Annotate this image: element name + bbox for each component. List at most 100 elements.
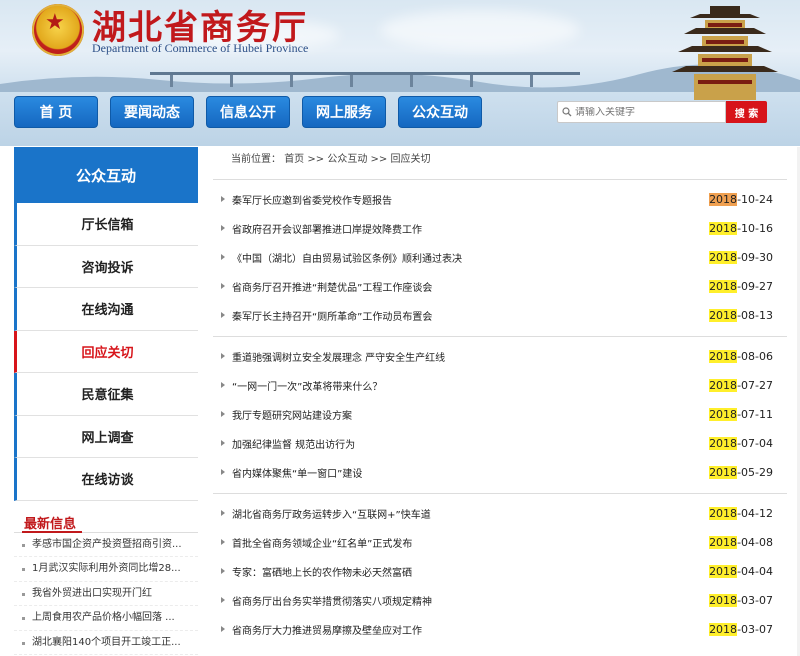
article-date: 2018-09-30	[709, 251, 773, 264]
yellow-crane-tower-illustration	[672, 6, 778, 100]
article-date: 2018-10-16	[709, 222, 773, 235]
latest-item[interactable]: 孝感市国企资产投资暨招商引资...	[14, 533, 198, 557]
site-header: ★ 湖北省商务厅 Department of Commerce of Hubei…	[0, 0, 800, 146]
article-title[interactable]: 省商务厅出台务实举措贯彻落实八项规定精神	[232, 593, 432, 608]
latest-item[interactable]: 1月武汉实际利用外资同比增28...	[14, 557, 198, 582]
article-date: 2018-03-07	[709, 623, 773, 636]
article-row[interactable]: 重道驰强调树立安全发展理念 严守安全生产红线 2018-08-06	[213, 342, 787, 371]
article-date-year: 2018	[709, 408, 738, 421]
article-row[interactable]: 省商务厅召开推进“荆楚优品”工程工作座谈会 2018-09-27	[213, 272, 787, 301]
article-row[interactable]: 加强纪律监督 规范出访行为 2018-07-04	[213, 429, 787, 458]
nav-online-service[interactable]: 网上服务	[302, 96, 386, 128]
article-row[interactable]: 秦军厅长应邀到省委党校作专题报告 2018-10-24	[213, 185, 787, 214]
article-row[interactable]: 省商务厅出台务实举措贯彻落实八项规定精神 2018-03-07	[213, 586, 787, 615]
latest-info-list: 孝感市国企资产投资暨招商引资... 1月武汉实际利用外资同比增28... 我省外…	[14, 533, 198, 655]
nav-home[interactable]: 首 页	[14, 96, 98, 128]
article-date-monthday: -05-29	[737, 466, 773, 479]
search-button[interactable]: 搜 索	[726, 101, 767, 123]
sidebar-heading: 公众互动	[14, 147, 198, 203]
article-title[interactable]: 专家：富硒地上长的农作物未必天然富硒	[232, 564, 412, 579]
article-title[interactable]: 秦军厅长应邀到省委党校作专题报告	[232, 192, 392, 207]
emblem-icon: ★	[32, 4, 84, 56]
sidebar-item-online-communication[interactable]: 在线沟通	[14, 288, 198, 331]
bullet-arrow-icon	[221, 469, 225, 475]
sidebar-item-online-survey[interactable]: 网上调查	[14, 415, 198, 458]
article-date: 2018-07-11	[709, 408, 773, 421]
search-field[interactable]	[557, 101, 726, 123]
bullet-arrow-icon	[221, 353, 225, 359]
article-title[interactable]: “一网一门一次”改革将带来什么？	[232, 378, 382, 393]
article-date: 2018-04-08	[709, 536, 773, 549]
bullet-arrow-icon	[221, 382, 225, 388]
breadcrumb: 当前位置： 首页 >> 公众互动 >> 回应关切	[213, 147, 787, 173]
sidebar-item-consult-complaint[interactable]: 咨询投诉	[14, 245, 198, 288]
article-row[interactable]: 省商务厅大力推进贸易摩擦及壁垒应对工作 2018-03-07	[213, 615, 787, 644]
breadcrumb-section[interactable]: 公众互动	[327, 154, 367, 165]
article-title[interactable]: 我厅专题研究网站建设方案	[232, 407, 352, 422]
article-date-monthday: -07-11	[737, 408, 773, 421]
latest-item[interactable]: 上周食用农产品价格小幅回落 ...	[14, 606, 198, 631]
nav-news[interactable]: 要闻动态	[110, 96, 194, 128]
article-date-year: 2018	[709, 280, 738, 293]
article-title[interactable]: 秦军厅长主持召开“厕所革命”工作动员布置会	[232, 308, 432, 323]
article-row[interactable]: 《中国（湖北）自由贸易试验区条例》顺利通过表决 2018-09-30	[213, 243, 787, 272]
article-title[interactable]: 《中国（湖北）自由贸易试验区条例》顺利通过表决	[232, 250, 462, 265]
article-title[interactable]: 省商务厅大力推进贸易摩擦及壁垒应对工作	[232, 622, 422, 637]
latest-info-heading: 最新信息	[14, 511, 198, 533]
article-row[interactable]: 秦军厅长主持召开“厕所革命”工作动员布置会 2018-08-13	[213, 301, 787, 330]
sidebar-item-director-mailbox[interactable]: 厅长信箱	[14, 203, 198, 246]
article-group: 秦军厅长应邀到省委党校作专题报告 2018-10-24 省政府召开会议部署推进口岸提…	[213, 179, 787, 330]
nav-public-interaction[interactable]: 公众互动	[398, 96, 482, 128]
article-date-year: 2018	[709, 594, 738, 607]
bullet-arrow-icon	[221, 440, 225, 446]
article-date-monthday: -07-27	[737, 379, 773, 392]
article-title[interactable]: 省内媒体聚焦“单一窗口”建设	[232, 465, 362, 480]
article-date: 2018-05-29	[709, 466, 773, 479]
article-date: 2018-08-13	[709, 309, 773, 322]
article-date-monthday: -03-07	[737, 623, 773, 636]
article-row[interactable]: 专家：富硒地上长的农作物未必天然富硒 2018-04-04	[213, 557, 787, 586]
article-date-year: 2018	[709, 565, 738, 578]
sidebar-item-online-interview[interactable]: 在线访谈	[14, 458, 198, 501]
article-row[interactable]: 湖北省商务厅政务运转步入“互联网+”快车道 2018-04-12	[213, 499, 787, 528]
bullet-arrow-icon	[221, 568, 225, 574]
article-date-year: 2018	[709, 379, 738, 392]
article-date-monthday: -07-04	[737, 437, 773, 450]
article-title[interactable]: 加强纪律监督 规范出访行为	[232, 436, 355, 451]
article-date-year: 2018	[709, 309, 738, 322]
bullet-arrow-icon	[221, 254, 225, 260]
bullet-arrow-icon	[221, 510, 225, 516]
article-date-monthday: -03-07	[737, 594, 773, 607]
search-input[interactable]	[575, 106, 725, 118]
main-nav: 首 页 要闻动态 信息公开 网上服务 公众互动	[14, 96, 494, 130]
article-row[interactable]: 省政府召开会议部署推进口岸提效降费工作 2018-10-16	[213, 214, 787, 243]
article-title[interactable]: 省商务厅召开推进“荆楚优品”工程工作座谈会	[232, 279, 432, 294]
breadcrumb-home[interactable]: 首页	[284, 154, 304, 165]
article-title[interactable]: 湖北省商务厅政务运转步入“互联网+”快车道	[232, 506, 431, 521]
bullet-arrow-icon	[221, 225, 225, 231]
article-date-year: 2018	[709, 536, 738, 549]
article-date-monthday: -09-27	[737, 280, 773, 293]
latest-item[interactable]: 湖北襄阳140个项目开工竣工正...	[14, 631, 198, 655]
sidebar-item-response-concerns[interactable]: 回应关切	[14, 330, 198, 373]
bullet-arrow-icon	[221, 312, 225, 318]
article-title[interactable]: 首批全省商务领域企业“红名单”正式发布	[232, 535, 412, 550]
article-row[interactable]: 首批全省商务领域企业“红名单”正式发布 2018-04-08	[213, 528, 787, 557]
article-date: 2018-03-07	[709, 594, 773, 607]
article-row[interactable]: “一网一门一次”改革将带来什么？ 2018-07-27	[213, 371, 787, 400]
article-title[interactable]: 重道驰强调树立安全发展理念 严守安全生产红线	[232, 349, 445, 364]
article-group: 湖北省商务厅政务运转步入“互联网+”快车道 2018-04-12 首批全省商务领域企…	[213, 493, 787, 644]
main-content: 当前位置： 首页 >> 公众互动 >> 回应关切 秦军厅长应邀到省委党校作专题报…	[213, 147, 787, 644]
sidebar-item-opinion-collection[interactable]: 民意征集	[14, 373, 198, 416]
article-date-year: 2018	[709, 466, 738, 479]
article-date: 2018-07-04	[709, 437, 773, 450]
nav-info-public[interactable]: 信息公开	[206, 96, 290, 128]
article-row[interactable]: 我厅专题研究网站建设方案 2018-07-11	[213, 400, 787, 429]
article-date-monthday: -04-08	[737, 536, 773, 549]
latest-item[interactable]: 我省外贸进出口实现开门红	[14, 582, 198, 606]
bridge-illustration	[150, 72, 580, 87]
bullet-arrow-icon	[221, 597, 225, 603]
article-title[interactable]: 省政府召开会议部署推进口岸提效降费工作	[232, 221, 422, 236]
sidebar: 公众互动 厅长信箱 咨询投诉 在线沟通 回应关切 民意征集 网上调查 在线访谈 …	[14, 147, 198, 655]
article-row[interactable]: 省内媒体聚焦“单一窗口”建设 2018-05-29	[213, 458, 787, 487]
